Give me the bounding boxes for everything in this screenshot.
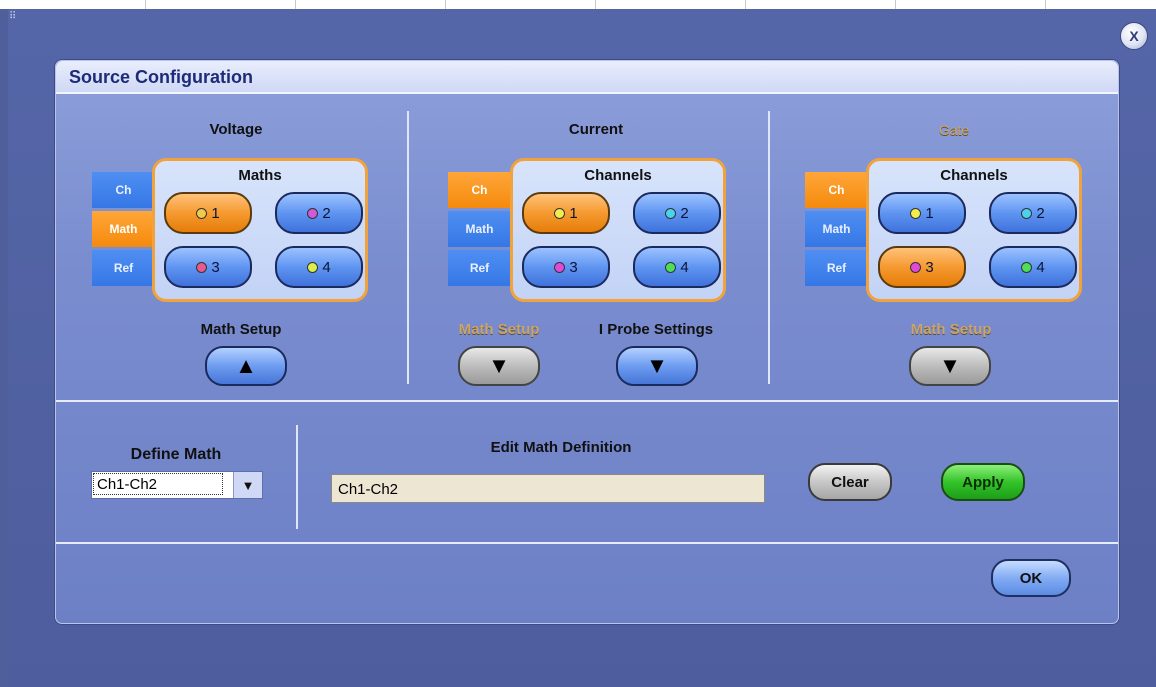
voltage-math-1-button[interactable]: 1 xyxy=(164,192,252,234)
channel-3-color-icon xyxy=(554,261,566,273)
button-label: 1 xyxy=(925,204,934,222)
current-channel-2-button[interactable]: 2 xyxy=(633,192,721,234)
top-strip-divider xyxy=(145,0,146,9)
gate-header: Gate xyxy=(938,122,970,138)
apply-button[interactable]: Apply xyxy=(941,463,1025,501)
button-label: 1 xyxy=(211,204,220,222)
voltage-math-setup-button[interactable]: ▲ xyxy=(205,346,287,386)
section-divider xyxy=(296,425,298,529)
close-button[interactable]: X xyxy=(1120,22,1148,50)
i-probe-settings-button[interactable]: ▼ xyxy=(616,346,698,386)
top-strip-divider xyxy=(295,0,296,9)
top-strip xyxy=(0,0,1156,9)
define-math-selected-value: Ch1-Ch2 xyxy=(93,473,223,495)
current-box-title: Channels xyxy=(584,167,652,184)
gate-box-title: Channels xyxy=(940,167,1008,184)
button-label: 2 xyxy=(1036,204,1045,222)
triangle-down-icon: ▼ xyxy=(488,353,510,378)
resize-grip-icon: ⠿ xyxy=(9,11,17,22)
current-channel-1-button[interactable]: 1 xyxy=(522,192,610,234)
math-4-color-icon xyxy=(307,261,319,273)
current-tab-ch[interactable]: Ch xyxy=(448,172,511,208)
ok-button[interactable]: OK xyxy=(991,559,1071,597)
voltage-header: Voltage xyxy=(209,121,263,138)
button-label: 4 xyxy=(1036,258,1045,276)
dialog-titlebar: Source Configuration xyxy=(56,61,1118,94)
section-divider xyxy=(407,111,409,384)
triangle-down-icon: ▼ xyxy=(939,353,961,378)
current-source-tabs: Ch Math Ref xyxy=(448,172,511,289)
top-strip-divider xyxy=(1045,0,1046,9)
button-label: 4 xyxy=(680,258,689,276)
channel-4-color-icon xyxy=(1021,261,1033,273)
gate-tab-ch[interactable]: Ch xyxy=(805,172,868,208)
voltage-math-setup-label: Math Setup xyxy=(200,321,282,338)
define-math-label: Define Math xyxy=(130,446,222,463)
triangle-down-icon: ▼ xyxy=(646,353,668,378)
current-math-setup-label: Math Setup xyxy=(458,321,540,338)
current-channel-4-button[interactable]: 4 xyxy=(633,246,721,288)
chevron-down-icon[interactable]: ▼ xyxy=(233,472,262,498)
channel-4-color-icon xyxy=(665,261,677,273)
dialog-title: Source Configuration xyxy=(69,67,253,87)
voltage-tab-ch[interactable]: Ch xyxy=(92,172,155,208)
voltage-tab-math[interactable]: Math xyxy=(92,211,155,247)
voltage-tab-ref[interactable]: Ref xyxy=(92,250,155,286)
clear-button[interactable]: Clear xyxy=(808,463,892,501)
math-definition-input[interactable]: Ch1-Ch2 xyxy=(331,474,765,503)
section-divider xyxy=(56,400,1118,402)
section-divider xyxy=(768,111,770,384)
gate-channel-3-button[interactable]: 3 xyxy=(878,246,966,288)
button-label: 3 xyxy=(569,258,578,276)
gate-tab-ref[interactable]: Ref xyxy=(805,250,868,286)
voltage-maths-box: Maths 1 2 3 4 xyxy=(152,158,368,302)
gate-tab-math[interactable]: Math xyxy=(805,211,868,247)
gate-channels-box: Channels 1 2 3 4 xyxy=(866,158,1082,302)
gate-channel-1-button[interactable]: 1 xyxy=(878,192,966,234)
gate-source-tabs: Ch Math Ref xyxy=(805,172,868,289)
button-label: 3 xyxy=(925,258,934,276)
i-probe-settings-label: I Probe Settings xyxy=(598,321,714,338)
channel-3-color-icon xyxy=(910,261,922,273)
math-1-color-icon xyxy=(196,207,208,219)
current-channels-box: Channels 1 2 3 4 xyxy=(510,158,726,302)
voltage-math-3-button[interactable]: 3 xyxy=(164,246,252,288)
define-math-select[interactable]: Ch1-Ch2 ▼ xyxy=(91,471,263,499)
button-label: 3 xyxy=(211,258,220,276)
channel-1-color-icon xyxy=(554,207,566,219)
current-header: Current xyxy=(568,121,624,138)
current-tab-math[interactable]: Math xyxy=(448,211,511,247)
edit-math-definition-label: Edit Math Definition xyxy=(490,439,632,456)
current-channel-3-button[interactable]: 3 xyxy=(522,246,610,288)
voltage-box-title: Maths xyxy=(238,167,282,184)
channel-2-color-icon xyxy=(1021,207,1033,219)
top-strip-divider xyxy=(745,0,746,9)
current-math-setup-button[interactable]: ▼ xyxy=(458,346,540,386)
math-2-color-icon xyxy=(307,207,319,219)
button-label: 2 xyxy=(680,204,689,222)
voltage-source-tabs: Ch Math Ref xyxy=(92,172,155,289)
current-tab-ref[interactable]: Ref xyxy=(448,250,511,286)
top-strip-divider xyxy=(445,0,446,9)
gate-math-setup-label: Math Setup xyxy=(910,321,992,338)
channel-1-color-icon xyxy=(910,207,922,219)
button-label: 2 xyxy=(322,204,331,222)
source-configuration-dialog: Source Configuration Voltage Ch Math Ref… xyxy=(55,60,1119,624)
button-label: 1 xyxy=(569,204,578,222)
section-divider xyxy=(56,542,1118,544)
triangle-up-icon: ▲ xyxy=(235,353,257,378)
button-label: 4 xyxy=(322,258,331,276)
voltage-math-4-button[interactable]: 4 xyxy=(275,246,363,288)
top-strip-divider xyxy=(595,0,596,9)
gate-channel-2-button[interactable]: 2 xyxy=(989,192,1077,234)
gate-math-setup-button[interactable]: ▼ xyxy=(909,346,991,386)
top-strip-divider xyxy=(895,0,896,9)
gate-channel-4-button[interactable]: 4 xyxy=(989,246,1077,288)
channel-2-color-icon xyxy=(665,207,677,219)
voltage-math-2-button[interactable]: 2 xyxy=(275,192,363,234)
math-3-color-icon xyxy=(196,261,208,273)
